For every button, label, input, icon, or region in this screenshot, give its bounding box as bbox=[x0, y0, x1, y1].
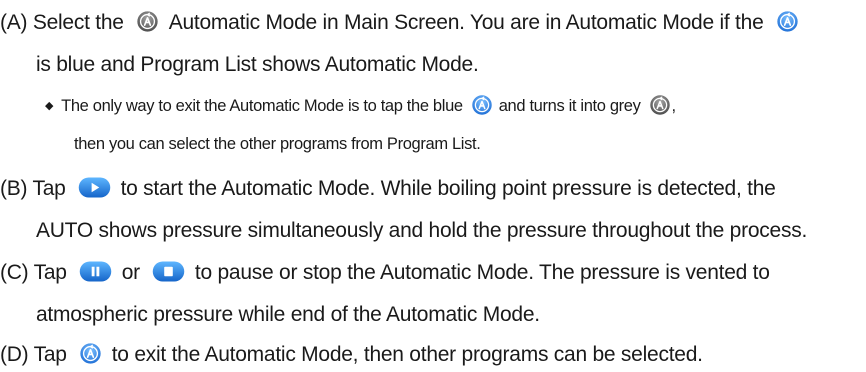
stop-button-icon bbox=[152, 261, 185, 282]
step-a-text-middle: Automatic Mode in Main Screen. You are i… bbox=[168, 11, 764, 34]
step-b-line-2: AUTO shows pressure simultaneously and h… bbox=[36, 219, 808, 242]
bullet-text-middle: and turns it into grey bbox=[498, 97, 641, 115]
instruction-document: (A) Select the Automatic Mode in Main Scr… bbox=[0, 0, 866, 372]
step-d-text-suffix: to exit the Automatic Mode, then other p… bbox=[111, 343, 703, 366]
auto-mode-blue-icon bbox=[776, 10, 799, 33]
play-button-icon bbox=[78, 177, 111, 198]
auto-mode-blue-icon bbox=[471, 94, 493, 116]
auto-mode-grey-icon bbox=[136, 10, 159, 33]
pause-button-icon bbox=[79, 261, 112, 282]
step-c-text-prefix: (C) Tap bbox=[0, 261, 67, 284]
step-b-line-1: (B) Tap to start the Automatic Mode. Whil… bbox=[0, 175, 776, 203]
step-a-line-2: is blue and Program List shows Automatic… bbox=[36, 53, 479, 76]
bullet-line-2: then you can select the other programs f… bbox=[74, 135, 481, 153]
step-c-line-1: (C) Tap or to pause or stop the Automatic … bbox=[0, 259, 770, 287]
step-b-text-prefix: (B) Tap bbox=[0, 177, 66, 200]
step-c-line-2: atmospheric pressure while end of the Au… bbox=[36, 303, 540, 326]
step-a-line-1: (A) Select the Automatic Mode in Main Scr… bbox=[0, 9, 809, 37]
step-d-line-1: (D) Tap to exit the Automatic Mode, then … bbox=[0, 341, 703, 369]
step-b-text-suffix: to start the Automatic Mode. While boili… bbox=[120, 177, 776, 200]
auto-mode-grey-icon bbox=[649, 94, 671, 116]
auto-mode-blue-icon bbox=[79, 342, 102, 365]
bullet-marker: ◆ bbox=[45, 100, 54, 112]
bullet-text-suffix: , bbox=[671, 97, 677, 115]
bullet-text-prefix: The only way to exit the Automatic Mode … bbox=[61, 97, 463, 115]
bullet-line-1: ◆ The only way to exit the Automatic Mode… bbox=[45, 94, 676, 118]
step-a-text-prefix: (A) Select the bbox=[0, 11, 124, 34]
step-c-text-suffix: to pause or stop the Automatic Mode. The… bbox=[194, 261, 770, 284]
step-d-text-prefix: (D) Tap bbox=[0, 343, 67, 366]
step-c-text-middle: or bbox=[121, 261, 140, 284]
